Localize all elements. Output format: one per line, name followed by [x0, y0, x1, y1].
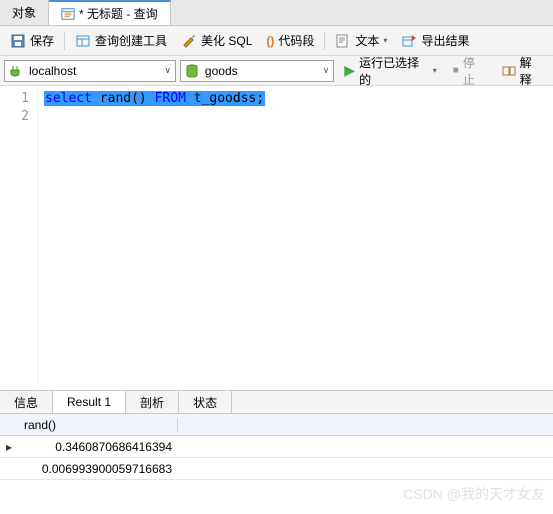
- tab-result[interactable]: Result 1: [53, 391, 126, 413]
- play-icon: ▶: [344, 62, 355, 79]
- table-row[interactable]: 0.006993900059716683: [0, 458, 553, 480]
- chevron-down-icon: ▾: [433, 66, 437, 75]
- stop-button: ■ 停止: [447, 52, 492, 90]
- line-number: 2: [0, 108, 29, 126]
- explain-label: 解释: [520, 54, 543, 88]
- tab-object-label: 对象: [12, 4, 36, 21]
- chevron-down-icon: ∨: [323, 65, 330, 76]
- beautify-icon: [181, 33, 197, 49]
- run-label: 运行已选择的: [359, 54, 429, 88]
- text-icon: [335, 33, 351, 49]
- tab-query-label: * 无标题 - 查询: [79, 5, 158, 22]
- query-icon: [61, 7, 75, 21]
- builder-icon: [75, 33, 91, 49]
- table-row[interactable]: ▸ 0.3460870686416394: [0, 436, 553, 458]
- run-button[interactable]: ▶ 运行已选择的 ▾: [338, 52, 442, 90]
- text-button[interactable]: 文本 ▾: [329, 29, 393, 52]
- column-header[interactable]: rand(): [18, 418, 178, 432]
- cell-value: 0.006993900059716683: [18, 462, 178, 476]
- connection-row: localhost ∨ goods ∨ ▶ 运行已选择的 ▾ ■ 停止 解释: [0, 56, 553, 86]
- code-area[interactable]: select rand() FROM t_goodss;: [38, 86, 553, 386]
- db-label: goods: [205, 64, 317, 78]
- code-line: select rand() FROM t_goodss;: [44, 90, 553, 108]
- text-label: 文本: [355, 32, 379, 49]
- save-icon: [10, 33, 26, 49]
- tab-query[interactable]: * 无标题 - 查询: [49, 0, 171, 25]
- explain-button[interactable]: 解释: [496, 52, 549, 90]
- export-label: 导出结果: [421, 32, 469, 49]
- tab-object[interactable]: 对象: [0, 0, 49, 25]
- tab-profile[interactable]: 剖析: [126, 391, 179, 413]
- cell-value: 0.3460870686416394: [18, 440, 178, 454]
- sql-editor[interactable]: 1 2 select rand() FROM t_goodss;: [0, 86, 553, 386]
- current-row-icon: ▸: [0, 440, 18, 454]
- save-button[interactable]: 保存: [4, 29, 60, 52]
- stop-label: 停止: [463, 54, 486, 88]
- tab-status[interactable]: 状态: [179, 391, 232, 413]
- chevron-down-icon: ▾: [383, 36, 387, 45]
- host-dropdown[interactable]: localhost ∨: [4, 60, 176, 82]
- line-gutter: 1 2: [0, 86, 38, 386]
- database-icon: [185, 64, 199, 78]
- line-number: 1: [0, 90, 29, 108]
- stop-icon: ■: [453, 65, 459, 76]
- save-label: 保存: [30, 32, 54, 49]
- separator: [324, 32, 325, 50]
- explain-icon: [502, 64, 516, 78]
- builder-label: 查询创建工具: [95, 32, 167, 49]
- beautify-button[interactable]: 美化 SQL: [175, 29, 258, 52]
- bottom-tabs: 信息 Result 1 剖析 状态: [0, 390, 553, 414]
- snippet-label: 代码段: [278, 32, 314, 49]
- result-header: rand(): [0, 414, 553, 436]
- snippet-icon: (): [266, 34, 274, 48]
- top-tabs: 对象 * 无标题 - 查询: [0, 0, 553, 26]
- plug-icon: [9, 64, 23, 78]
- export-button[interactable]: 导出结果: [395, 29, 475, 52]
- query-builder-button[interactable]: 查询创建工具: [69, 29, 173, 52]
- db-dropdown[interactable]: goods ∨: [180, 60, 334, 82]
- separator: [64, 32, 65, 50]
- beautify-label: 美化 SQL: [201, 32, 252, 49]
- snippet-button[interactable]: () 代码段: [260, 29, 320, 52]
- chevron-down-icon: ∨: [164, 65, 171, 76]
- tab-info[interactable]: 信息: [0, 391, 53, 413]
- watermark: CSDN @我的天才女友: [403, 484, 545, 504]
- host-label: localhost: [29, 64, 158, 78]
- export-icon: [401, 33, 417, 49]
